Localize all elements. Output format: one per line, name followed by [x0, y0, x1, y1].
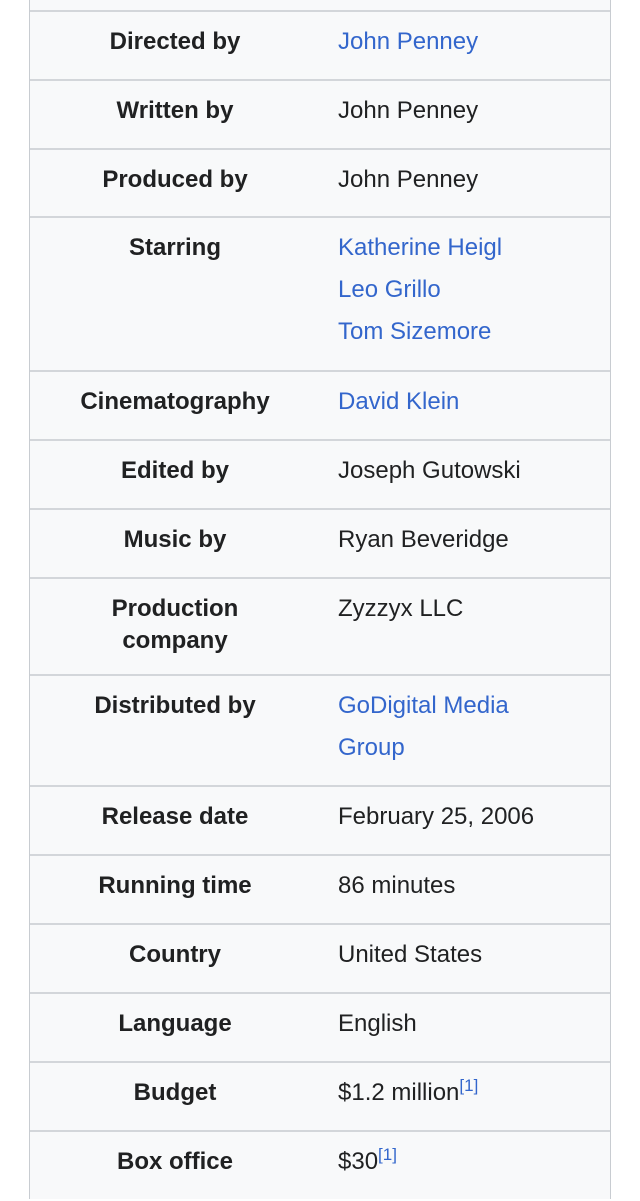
infobox-row-production-company: Production company Zyzzyx LLC — [30, 579, 610, 676]
row-label-line2: company — [122, 627, 228, 654]
editor-text: Joseph Gutowski — [338, 457, 521, 484]
row-value: United States — [320, 925, 610, 992]
row-label: Release date — [101, 803, 249, 830]
row-label: Edited by — [120, 457, 229, 484]
box-office-value: $30[1] — [338, 1141, 600, 1183]
cast-link-leo-grillo[interactable]: Leo Grillo — [338, 269, 600, 311]
producer-text: John Penney — [338, 166, 479, 193]
row-value: February 25, 2006 — [320, 787, 610, 854]
row-label: Distributed by — [94, 692, 256, 719]
row-value: English — [320, 994, 610, 1061]
row-label: Music by — [123, 526, 227, 553]
infobox-row-running-time: Running time 86 minutes — [30, 856, 610, 925]
box-office-text: $30 — [338, 1148, 379, 1175]
director-link[interactable]: John Penney — [338, 21, 600, 63]
row-label: Production company — [30, 579, 320, 674]
writer-text: John Penney — [338, 97, 479, 124]
row-label: Directed by — [109, 28, 241, 55]
row-value: Zyzzyx LLC — [320, 579, 610, 674]
row-value: Katherine Heigl Leo Grillo Tom Sizemore — [320, 218, 610, 370]
composer-text: Ryan Beveridge — [338, 526, 509, 553]
country-text: United States — [338, 941, 483, 968]
box-office-reference-link[interactable]: [1] — [378, 1145, 397, 1164]
row-label: Produced by — [102, 166, 248, 193]
row-value: David Klein — [320, 372, 610, 439]
infobox-row-release-date: Release date February 25, 2006 — [30, 787, 610, 856]
infobox-row-edited-by: Edited by Joseph Gutowski — [30, 441, 610, 510]
row-value: Ryan Beveridge — [320, 510, 610, 577]
film-infobox: Directed by John Penney Written by John … — [29, 0, 611, 1199]
cast-link-tom-sizemore[interactable]: Tom Sizemore — [338, 311, 600, 353]
row-value: $30[1] — [320, 1132, 610, 1201]
row-label: Country — [129, 941, 221, 968]
infobox-row-cinematography: Cinematography David Klein — [30, 372, 610, 441]
row-value: John Penney — [320, 150, 610, 216]
cast-link-katherine-heigl[interactable]: Katherine Heigl — [338, 227, 600, 269]
row-value: John Penney — [320, 12, 610, 79]
row-label: Written by — [116, 97, 234, 124]
distributor-link-line1[interactable]: GoDigital Media — [338, 685, 600, 727]
infobox-row-box-office: Box office $30[1] — [30, 1132, 610, 1201]
distributor-link-line2[interactable]: Group — [338, 727, 600, 769]
infobox-row-country: Country United States — [30, 925, 610, 994]
budget-text: $1.2 million — [338, 1079, 460, 1106]
production-company-text: Zyzzyx LLC — [338, 595, 464, 622]
row-value: $1.2 million[1] — [320, 1063, 610, 1130]
row-label: Language — [118, 1010, 232, 1037]
row-value: Joseph Gutowski — [320, 441, 610, 508]
infobox-row-starring: Starring Katherine Heigl Leo Grillo Tom … — [30, 218, 610, 372]
row-label: Starring — [128, 234, 221, 261]
infobox-row-distributed-by: Distributed by GoDigital Media Group — [30, 676, 610, 787]
infobox-row-directed-by: Directed by John Penney — [30, 12, 610, 81]
row-value: 86 minutes — [320, 856, 610, 923]
infobox-row-language: Language English — [30, 994, 610, 1063]
infobox-row-budget: Budget $1.2 million[1] — [30, 1063, 610, 1132]
row-value: John Penney — [320, 81, 610, 148]
infobox-row-produced-by: Produced by John Penney — [30, 150, 610, 218]
row-value: GoDigital Media Group — [320, 676, 610, 785]
row-label: Budget — [133, 1079, 217, 1106]
release-date-text: February 25, 2006 — [338, 803, 535, 830]
budget-value: $1.2 million[1] — [338, 1072, 600, 1114]
infobox-row-top-sliver — [30, 0, 610, 12]
row-label: Cinematography — [80, 388, 270, 415]
running-time-text: 86 minutes — [338, 872, 456, 899]
language-text: English — [338, 1010, 417, 1037]
infobox-row-written-by: Written by John Penney — [30, 81, 610, 150]
row-label: Box office — [116, 1148, 233, 1175]
row-label-line1: Production — [111, 595, 239, 622]
row-label: Running time — [98, 872, 252, 899]
infobox-row-music-by: Music by Ryan Beveridge — [30, 510, 610, 579]
cinematographer-link[interactable]: David Klein — [338, 381, 600, 423]
budget-reference-link[interactable]: [1] — [459, 1076, 478, 1095]
